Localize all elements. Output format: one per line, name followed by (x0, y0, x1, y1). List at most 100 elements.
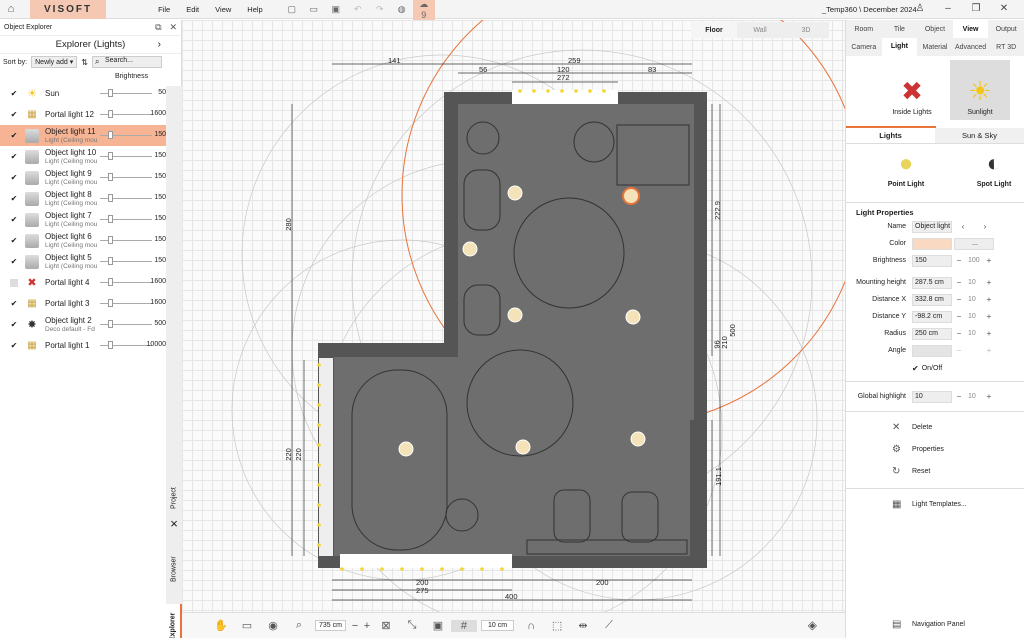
radius-minus[interactable]: − (954, 329, 964, 339)
brightness-slider-thumb[interactable] (108, 131, 113, 139)
tab-explorer[interactable]: Explorer (166, 604, 182, 638)
distance-y-minus[interactable]: − (954, 312, 964, 322)
light-row[interactable]: ✔ Object light 9 Light (Ceiling mou 150 (0, 167, 166, 188)
brightness-slider-thumb[interactable] (108, 299, 113, 307)
tab-project[interactable]: Project (166, 480, 182, 516)
tab-material[interactable]: Material (917, 38, 953, 56)
name-field[interactable]: Object light (912, 220, 952, 233)
visibility-checkbox[interactable]: ✔ (10, 320, 18, 329)
open-folder-icon[interactable]: ▭ (303, 4, 325, 15)
light-row[interactable]: ✔ ▦ Portal light 12 1600 (0, 104, 166, 125)
brightness-slider-thumb[interactable] (108, 194, 113, 202)
mounting-minus[interactable]: − (954, 278, 964, 288)
visibility-checkbox[interactable]: ✔ (10, 215, 18, 224)
sunlight-button[interactable]: ☀ Sunlight (950, 60, 1010, 120)
minimize-icon[interactable]: – (934, 3, 962, 14)
globe-icon[interactable]: ◍ (391, 4, 413, 15)
search-input[interactable]: ⌕ Search... (91, 56, 162, 68)
zoom-select[interactable]: 735 cm (315, 620, 346, 631)
visibility-checkbox[interactable]: ✔ (10, 236, 18, 245)
visibility-checkbox[interactable]: ✔ (10, 194, 18, 203)
delete-button[interactable]: ✕ Delete (846, 416, 1024, 438)
onoff-checkbox[interactable]: ✔ On/Off (846, 359, 1024, 377)
color-picker-button[interactable]: ... (954, 237, 994, 250)
mounting-field[interactable]: 287.5 cm (912, 276, 952, 289)
distance-x-minus[interactable]: − (954, 295, 964, 305)
fit-view-icon[interactable]: ⊠ (373, 619, 399, 632)
light-row[interactable]: ✔ ▦ Portal light 3 1600 (0, 293, 166, 314)
home-icon[interactable]: ⌂ (0, 0, 22, 19)
visibility-checkbox[interactable]: ✔ (10, 173, 18, 182)
menu-help[interactable]: Help (247, 5, 262, 14)
eye-icon[interactable]: ◉ (260, 619, 286, 632)
tab-floor[interactable]: Floor (691, 22, 737, 38)
align-icon[interactable]: ⇹ (570, 619, 596, 632)
fit-selection-icon[interactable]: ⤡ (399, 619, 425, 632)
light-templates-button[interactable]: ▦ Light Templates... (846, 493, 1024, 515)
maximize-icon[interactable]: ❐ (962, 3, 990, 14)
sort-select[interactable]: Newly add (31, 56, 78, 68)
brightness-slider-thumb[interactable] (108, 278, 113, 286)
tab-object[interactable]: Object (917, 20, 953, 38)
light-row[interactable]: ✔ Object light 7 Light (Ceiling mou 150 (0, 209, 166, 230)
light-row[interactable]: ✔ ▦ Portal light 1 10000 (0, 335, 166, 356)
navigation-panel-button[interactable]: ▤ Navigation Panel (846, 616, 965, 632)
redo-icon[interactable]: ↷ (369, 4, 391, 15)
hand-pan-icon[interactable]: ✋ (208, 619, 234, 632)
snap-icon[interactable]: ⬚ (544, 619, 570, 632)
brightness-minus[interactable]: − (954, 256, 964, 266)
menu-edit[interactable]: Edit (186, 5, 199, 14)
tab-advanced[interactable]: Advanced (952, 38, 989, 56)
tab-browser[interactable]: Browser (166, 548, 182, 590)
tab-view[interactable]: View (952, 20, 989, 38)
zoom-icon[interactable]: ⌕ (286, 619, 312, 632)
spot-light-button[interactable]: ◐ Spot Light (964, 150, 1024, 202)
grid-icon[interactable]: # (450, 619, 477, 632)
tab-lights[interactable]: Lights (846, 128, 935, 143)
floor-plan-canvas[interactable]: 141 259 56 120 83 272 280 222.9 500 210 … (182, 20, 845, 618)
light-row[interactable]: ✔ Object light 11 Light (Ceiling mou 150 (0, 125, 166, 146)
menu-file[interactable]: File (158, 5, 170, 14)
new-file-icon[interactable]: ▢ (281, 4, 303, 15)
close-icon[interactable]: ✕ (990, 3, 1018, 14)
brightness-slider-thumb[interactable] (108, 173, 113, 181)
visibility-checkbox[interactable]: ✔ (10, 89, 18, 98)
distance-x-field[interactable]: 332.8 cm (912, 293, 952, 306)
radius-plus[interactable]: + (984, 329, 994, 339)
popout-icon[interactable]: ⧉ (155, 22, 161, 32)
reset-button[interactable]: ↻ Reset (846, 460, 1024, 482)
distance-y-field[interactable]: -98.2 cm (912, 310, 952, 323)
visibility-checkbox[interactable]: ✔ (10, 341, 18, 350)
brightness-slider-thumb[interactable] (108, 89, 113, 97)
angle-field[interactable] (912, 344, 952, 357)
angle-minus[interactable]: − (954, 346, 964, 356)
cloud-badge[interactable]: ☁ 9 (412, 0, 435, 21)
tab-3d[interactable]: 3D (783, 22, 829, 38)
user-icon[interactable]: ♙ (906, 3, 934, 14)
visibility-checkbox[interactable]: ✔ (10, 257, 18, 266)
properties-button[interactable]: ⚙ Properties (846, 438, 1024, 460)
tab-tile[interactable]: Tile (881, 20, 918, 38)
brightness-slider-thumb[interactable] (108, 320, 113, 328)
undo-icon[interactable]: ↶ (347, 4, 369, 15)
angle-plus[interactable]: + (984, 346, 994, 356)
distance-y-plus[interactable]: + (984, 312, 994, 322)
inside-lights-button[interactable]: ✖ Inside Lights (882, 60, 942, 120)
tab-light[interactable]: Light (881, 38, 918, 56)
global-highlight-plus[interactable]: + (984, 392, 994, 402)
prev-light-icon[interactable]: ‹ (958, 222, 968, 232)
distance-x-plus[interactable]: + (984, 295, 994, 305)
global-highlight-minus[interactable]: − (954, 392, 964, 402)
light-row[interactable]: ✔ Object light 10 Light (Ceiling mou 150 (0, 146, 166, 167)
ruler-icon[interactable]: ▭ (234, 619, 260, 632)
next-light-icon[interactable]: › (980, 222, 990, 232)
tab-output[interactable]: Output (988, 20, 1024, 38)
tab-camera[interactable]: Camera (846, 38, 882, 56)
measure-icon[interactable]: ⟋ (596, 619, 622, 632)
visibility-checkbox[interactable]: ✔ (10, 110, 18, 119)
tab-wall[interactable]: Wall (737, 22, 783, 38)
color-swatch[interactable] (912, 237, 952, 250)
grid-size-select[interactable]: 10 cm (480, 620, 515, 631)
brightness-slider-thumb[interactable] (108, 152, 113, 160)
brightness-slider-thumb[interactable] (108, 257, 113, 265)
